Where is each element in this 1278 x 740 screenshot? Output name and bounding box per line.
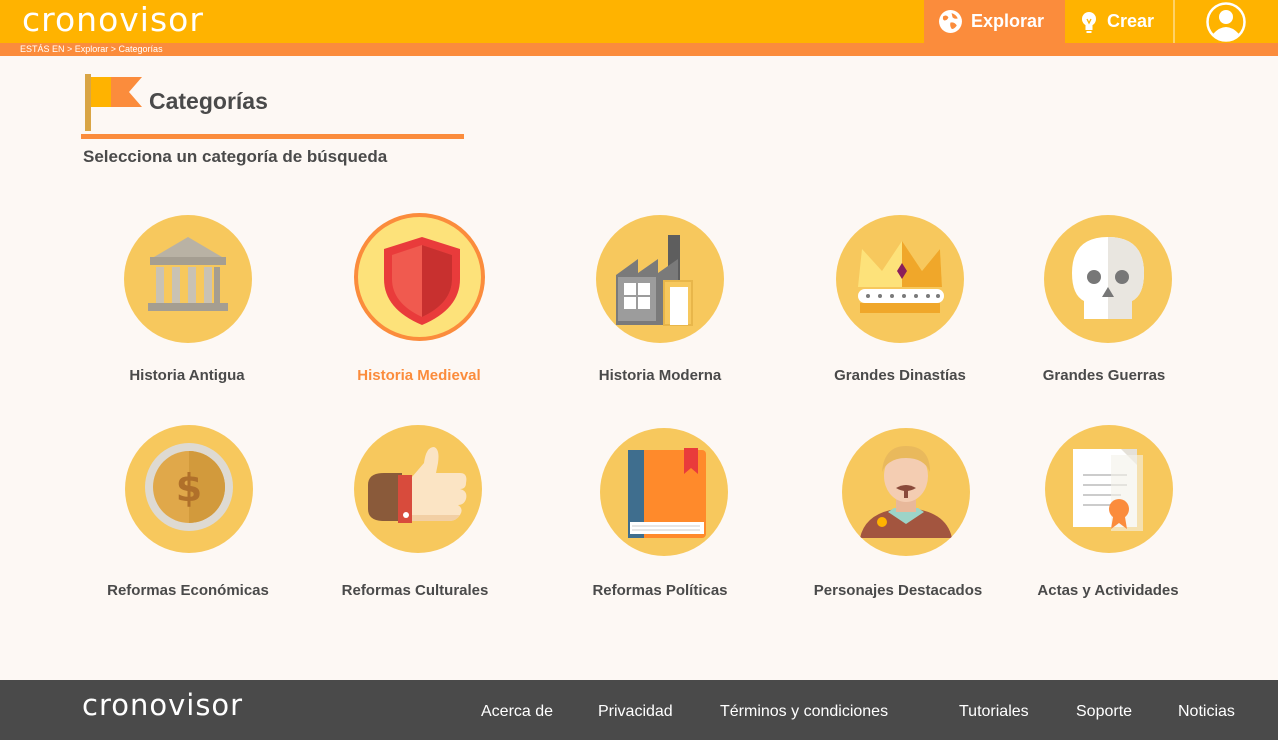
- footer-link-soporte[interactable]: Soporte: [1076, 703, 1132, 721]
- category-label: Grandes Dinastías: [834, 367, 966, 384]
- coin-icon: $: [145, 443, 233, 531]
- skull-icon: [1072, 237, 1144, 319]
- nav-explore[interactable]: Explorar: [924, 0, 1065, 43]
- category-label: Reformas Políticas: [592, 582, 728, 599]
- footer-link-acerca[interactable]: Acerca de: [481, 703, 553, 721]
- user-avatar-icon[interactable]: [1206, 2, 1246, 42]
- shield-icon: [384, 237, 460, 325]
- footer-link-terminos[interactable]: Términos y condiciones: [720, 703, 888, 721]
- category-label: Historia Antigua: [129, 367, 245, 384]
- page-title: Categorías: [149, 88, 268, 114]
- factory-icon: [616, 235, 693, 326]
- person-icon: [860, 446, 952, 538]
- category-circle: [842, 428, 970, 556]
- category-label: Grandes Guerras: [1042, 367, 1166, 384]
- page-subtitle: Selecciona un categoría de búsqueda: [83, 147, 388, 166]
- lightbulb-icon: [1082, 11, 1096, 33]
- category-circle: [1045, 425, 1173, 553]
- logo-text: cronovisor: [22, 0, 204, 39]
- nav-create[interactable]: Crear: [1065, 0, 1173, 43]
- breadcrumb-bar: ESTÁS EN > Explorar > Categorías: [0, 43, 1278, 56]
- nav-create-label: Crear: [1107, 11, 1155, 31]
- nav-divider: [1173, 0, 1175, 43]
- title-underline: [81, 134, 464, 139]
- logo[interactable]: cronovisor: [22, 2, 204, 42]
- footer-link-noticias[interactable]: Noticias: [1178, 703, 1235, 721]
- category-circle: [354, 213, 485, 341]
- certificate-icon: [1073, 449, 1143, 531]
- footer-logo[interactable]: cronovisor: [82, 688, 243, 722]
- crown-icon: [858, 241, 944, 313]
- category-circle: [1044, 215, 1172, 343]
- category-circle: [124, 215, 252, 343]
- breadcrumb: ESTÁS EN > Explorar > Categorías: [20, 44, 163, 54]
- category-circle: $: [125, 425, 253, 553]
- category-label: Reformas Culturales: [341, 582, 489, 599]
- category-circle: [596, 215, 724, 343]
- category-circle: [600, 428, 728, 556]
- footer: cronovisor Acerca de Privacidad Términos…: [0, 680, 1278, 740]
- footer-link-privacidad[interactable]: Privacidad: [598, 703, 673, 721]
- footer-link-tutoriales[interactable]: Tutoriales: [959, 703, 1029, 721]
- category-label: Reformas Económicas: [107, 582, 269, 599]
- flag-icon: [85, 74, 142, 131]
- category-label: Actas y Actividades: [1037, 582, 1179, 599]
- book-icon: [628, 448, 706, 538]
- nav-explore-label: Explorar: [971, 11, 1045, 31]
- svg-text:$: $: [176, 466, 202, 510]
- top-bar: cronovisor Explorar Crear: [0, 0, 1278, 43]
- category-circle: [354, 425, 482, 553]
- globe-icon: [939, 10, 962, 33]
- category-circle: [836, 215, 964, 343]
- category-label: Historia Moderna: [598, 367, 722, 384]
- category-label: Historia Medieval: [357, 367, 481, 384]
- category-label: Personajes Destacados: [813, 582, 983, 599]
- temple-icon: [148, 237, 228, 311]
- thumbs-up-icon: [368, 447, 467, 523]
